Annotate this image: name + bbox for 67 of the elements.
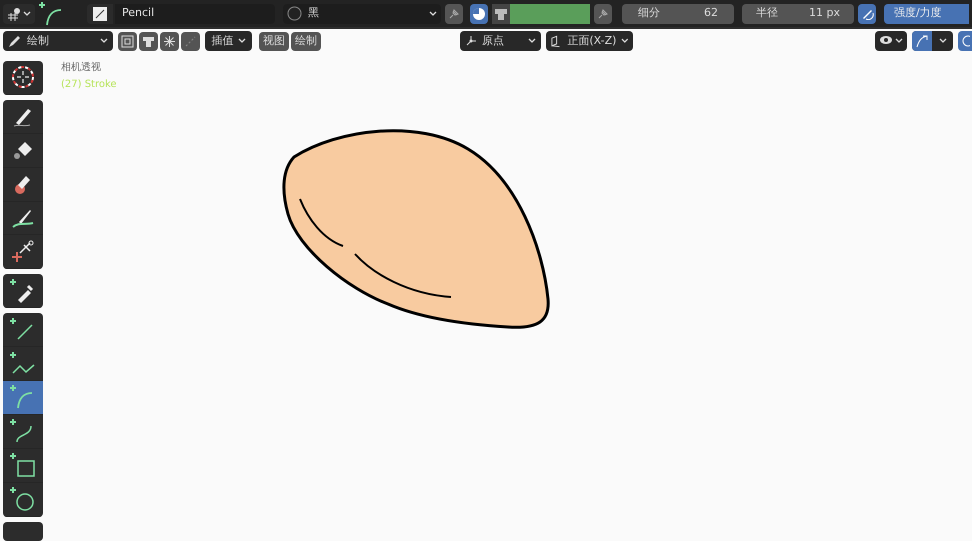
pin-icon bbox=[597, 8, 609, 20]
option-icon bbox=[142, 34, 155, 48]
pivot-dropdown[interactable]: 原点 bbox=[460, 31, 541, 51]
overlay-button[interactable] bbox=[958, 31, 972, 51]
menu-item[interactable]: 绘制 bbox=[291, 32, 321, 50]
color-mode-button[interactable] bbox=[470, 4, 488, 24]
caret-icon bbox=[621, 38, 629, 44]
tool-button[interactable] bbox=[3, 381, 43, 415]
vertex-icon bbox=[494, 6, 508, 20]
pencil-icon bbox=[8, 34, 21, 48]
orientation-dropdown[interactable]: 正面(X-Z) bbox=[546, 31, 633, 51]
menu-item[interactable]: 视图 bbox=[259, 32, 289, 50]
pivot-label: 原点 bbox=[482, 32, 505, 49]
field-label: 细分 bbox=[638, 5, 660, 22]
vertex-color-button[interactable] bbox=[492, 4, 510, 24]
toggle-button[interactable] bbox=[160, 32, 179, 50]
gizmo-dropdown[interactable] bbox=[912, 31, 953, 51]
material-dropdown[interactable]: 黑 bbox=[283, 4, 441, 24]
view-name: 相机透视 bbox=[61, 60, 102, 75]
caret-icon bbox=[938, 38, 946, 44]
option-icon bbox=[121, 34, 134, 48]
toggle-button[interactable] bbox=[181, 32, 200, 50]
material-sphere-icon bbox=[287, 6, 302, 21]
pressure-button[interactable] bbox=[858, 4, 876, 24]
circle-icon bbox=[10, 486, 36, 512]
tool-settings-dropdown[interactable] bbox=[3, 4, 35, 24]
option-icon bbox=[163, 34, 176, 48]
color-wheel-icon bbox=[472, 6, 486, 20]
orientation-label: 正面(X-Z) bbox=[567, 32, 616, 49]
caret-icon bbox=[23, 10, 31, 16]
caret-icon bbox=[528, 38, 536, 44]
pin-button[interactable] bbox=[594, 4, 612, 24]
pen-pressure-icon bbox=[860, 7, 874, 20]
color-swatch[interactable] bbox=[510, 4, 590, 24]
radius-field[interactable]: 半径 11 px bbox=[742, 4, 854, 24]
option-icon bbox=[184, 34, 197, 48]
rectangle-icon bbox=[10, 452, 36, 478]
overlay-icon bbox=[960, 35, 970, 47]
interpolate-label: 插值 bbox=[212, 32, 234, 49]
object-info: (27) Stroke bbox=[61, 78, 118, 92]
field-label: 半径 bbox=[756, 5, 778, 22]
caret-icon bbox=[100, 38, 108, 44]
subdivision-field[interactable]: 细分 62 bbox=[622, 4, 734, 24]
pin-button[interactable] bbox=[445, 4, 463, 24]
tool-panel bbox=[3, 522, 43, 541]
caret-icon bbox=[895, 38, 903, 44]
toggle-button[interactable] bbox=[139, 32, 158, 50]
eye-icon bbox=[879, 35, 893, 47]
mode-dropdown[interactable]: 绘制 bbox=[3, 31, 113, 51]
toggle-button[interactable] bbox=[118, 32, 137, 50]
field-value: 11 px bbox=[809, 5, 840, 22]
transform-icon bbox=[465, 35, 477, 47]
visibility-dropdown[interactable] bbox=[875, 31, 907, 51]
brush-name-field[interactable]: Pencil bbox=[115, 4, 275, 24]
material-name: 黑 bbox=[308, 5, 320, 22]
caret-icon bbox=[429, 10, 437, 16]
object-icon bbox=[7, 6, 21, 20]
strength-mode-field[interactable]: 强度/力度 bbox=[884, 4, 969, 24]
interpolate-dropdown[interactable]: 插值 bbox=[205, 31, 252, 51]
plane-icon bbox=[550, 34, 562, 48]
mode-label: 绘制 bbox=[27, 32, 50, 49]
brush-preview-button[interactable] bbox=[87, 4, 113, 24]
caret-icon bbox=[238, 38, 246, 44]
gizmo-icon bbox=[915, 34, 929, 48]
field-value: 62 bbox=[704, 5, 718, 22]
pin-icon bbox=[448, 8, 460, 20]
cursor-icon bbox=[10, 64, 36, 90]
